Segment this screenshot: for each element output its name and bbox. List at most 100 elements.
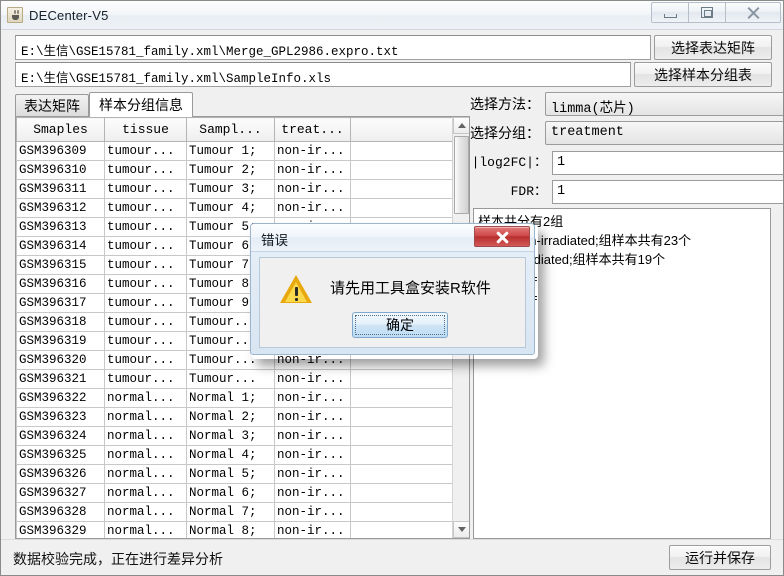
table-cell[interactable]: Normal 1; bbox=[186, 388, 275, 408]
table-cell[interactable]: GSM396321 bbox=[16, 369, 105, 389]
dialog-close-button[interactable] bbox=[474, 226, 530, 247]
table-cell[interactable]: tumour... bbox=[104, 160, 187, 180]
table-cell[interactable] bbox=[350, 464, 454, 484]
run-and-save-button[interactable]: 运行并保存 bbox=[669, 545, 771, 570]
expression-matrix-path-input[interactable]: E:\生信\GSE15781_family.xml\Merge_GPL2986.… bbox=[15, 35, 651, 60]
table-row[interactable]: GSM396324 normal... Normal 3; non-ir... bbox=[16, 426, 454, 446]
table-cell[interactable]: GSM396320 bbox=[16, 350, 105, 370]
table-cell[interactable]: Tumour... bbox=[186, 369, 275, 389]
table-cell[interactable]: GSM396329 bbox=[16, 521, 105, 538]
table-cell[interactable] bbox=[350, 388, 454, 408]
table-cell[interactable] bbox=[350, 426, 454, 446]
table-cell[interactable]: tumour... bbox=[104, 179, 187, 199]
column-header-samples[interactable]: Smaples bbox=[16, 117, 105, 142]
table-cell[interactable]: GSM396317 bbox=[16, 293, 105, 313]
table-cell[interactable]: tumour... bbox=[104, 255, 187, 275]
table-row[interactable]: GSM396312 tumour... Tumour 4; non-ir... bbox=[16, 198, 454, 218]
table-cell[interactable]: Tumour 4; bbox=[186, 198, 275, 218]
table-cell[interactable]: non-ir... bbox=[274, 160, 351, 180]
table-cell[interactable]: tumour... bbox=[104, 350, 187, 370]
table-cell[interactable]: Tumour 1; bbox=[186, 141, 275, 161]
table-cell[interactable]: Normal 6; bbox=[186, 483, 275, 503]
tab-sample-group-info[interactable]: 样本分组信息 bbox=[89, 92, 193, 117]
table-cell[interactable] bbox=[350, 369, 454, 389]
table-cell[interactable]: tumour... bbox=[104, 369, 187, 389]
table-cell[interactable]: normal... bbox=[104, 483, 187, 503]
sample-group-path-input[interactable]: E:\生信\GSE15781_family.xml\SampleInfo.xls bbox=[15, 62, 631, 87]
table-cell[interactable]: GSM396324 bbox=[16, 426, 105, 446]
table-row[interactable]: GSM396323 normal... Normal 2; non-ir... bbox=[16, 407, 454, 427]
table-cell[interactable]: GSM396312 bbox=[16, 198, 105, 218]
table-cell[interactable]: tumour... bbox=[104, 312, 187, 332]
table-cell[interactable]: non-ir... bbox=[274, 464, 351, 484]
method-select[interactable]: limma(芯片) bbox=[545, 92, 783, 116]
table-cell[interactable]: normal... bbox=[104, 464, 187, 484]
table-cell[interactable]: GSM396326 bbox=[16, 464, 105, 484]
table-cell[interactable]: tumour... bbox=[104, 141, 187, 161]
minimize-button[interactable] bbox=[651, 2, 689, 23]
table-cell[interactable]: Normal 5; bbox=[186, 464, 275, 484]
table-cell[interactable]: GSM396323 bbox=[16, 407, 105, 427]
table-cell[interactable] bbox=[350, 521, 454, 538]
scroll-down-arrow-icon[interactable] bbox=[453, 521, 469, 538]
table-cell[interactable]: GSM396322 bbox=[16, 388, 105, 408]
table-cell[interactable] bbox=[350, 198, 454, 218]
table-cell[interactable]: GSM396315 bbox=[16, 255, 105, 275]
column-header-blank[interactable] bbox=[350, 117, 454, 142]
table-cell[interactable]: Normal 3; bbox=[186, 426, 275, 446]
table-cell[interactable]: tumour... bbox=[104, 274, 187, 294]
table-row[interactable]: GSM396328 normal... Normal 7; non-ir... bbox=[16, 502, 454, 522]
table-cell[interactable]: GSM396313 bbox=[16, 217, 105, 237]
table-row[interactable]: GSM396311 tumour... Tumour 3; non-ir... bbox=[16, 179, 454, 199]
table-cell[interactable]: tumour... bbox=[104, 217, 187, 237]
table-cell[interactable]: non-ir... bbox=[274, 198, 351, 218]
table-row[interactable]: GSM396326 normal... Normal 5; non-ir... bbox=[16, 464, 454, 484]
table-row[interactable]: GSM396327 normal... Normal 6; non-ir... bbox=[16, 483, 454, 503]
table-cell[interactable]: normal... bbox=[104, 521, 187, 538]
table-cell[interactable]: normal... bbox=[104, 502, 187, 522]
table-row[interactable]: GSM396322 normal... Normal 1; non-ir... bbox=[16, 388, 454, 408]
column-header-tissue[interactable]: tissue bbox=[104, 117, 187, 142]
table-cell[interactable] bbox=[350, 160, 454, 180]
table-cell[interactable]: non-ir... bbox=[274, 445, 351, 465]
table-row[interactable]: GSM396321 tumour... Tumour... non-ir... bbox=[16, 369, 454, 389]
table-cell[interactable]: non-ir... bbox=[274, 179, 351, 199]
table-cell[interactable]: non-ir... bbox=[274, 388, 351, 408]
table-cell[interactable]: non-ir... bbox=[274, 369, 351, 389]
table-cell[interactable]: normal... bbox=[104, 426, 187, 446]
table-row[interactable]: GSM396325 normal... Normal 4; non-ir... bbox=[16, 445, 454, 465]
dialog-ok-button[interactable]: 确定 bbox=[352, 312, 448, 338]
maximize-button[interactable] bbox=[688, 2, 726, 23]
group-select[interactable]: treatment bbox=[545, 121, 783, 145]
tab-expression-matrix[interactable]: 表达矩阵 bbox=[15, 94, 89, 116]
table-cell[interactable]: Normal 8; bbox=[186, 521, 275, 538]
table-cell[interactable]: non-ir... bbox=[274, 521, 351, 538]
table-cell[interactable]: non-ir... bbox=[274, 141, 351, 161]
select-expression-matrix-button[interactable]: 选择表达矩阵 bbox=[654, 35, 772, 60]
select-sample-group-button[interactable]: 选择样本分组表 bbox=[634, 62, 772, 87]
table-cell[interactable]: Tumour 3; bbox=[186, 179, 275, 199]
table-cell[interactable]: GSM396318 bbox=[16, 312, 105, 332]
column-header-treat[interactable]: treat... bbox=[274, 117, 351, 142]
table-cell[interactable]: GSM396328 bbox=[16, 502, 105, 522]
table-cell[interactable]: Normal 4; bbox=[186, 445, 275, 465]
table-cell[interactable]: Tumour 2; bbox=[186, 160, 275, 180]
table-row[interactable]: GSM396329 normal... Normal 8; non-ir... bbox=[16, 521, 454, 538]
table-cell[interactable] bbox=[350, 141, 454, 161]
table-cell[interactable]: Normal 2; bbox=[186, 407, 275, 427]
table-row[interactable]: GSM396310 tumour... Tumour 2; non-ir... bbox=[16, 160, 454, 180]
log2fc-input[interactable]: 1 bbox=[552, 151, 783, 175]
table-cell[interactable]: non-ir... bbox=[274, 483, 351, 503]
table-cell[interactable] bbox=[350, 445, 454, 465]
scrollbar-thumb[interactable] bbox=[454, 136, 469, 214]
table-cell[interactable]: tumour... bbox=[104, 198, 187, 218]
table-cell[interactable]: GSM396316 bbox=[16, 274, 105, 294]
table-cell[interactable]: GSM396309 bbox=[16, 141, 105, 161]
table-cell[interactable]: tumour... bbox=[104, 331, 187, 351]
table-cell[interactable] bbox=[350, 502, 454, 522]
table-cell[interactable]: GSM396311 bbox=[16, 179, 105, 199]
scroll-up-arrow-icon[interactable] bbox=[453, 117, 469, 134]
close-button[interactable] bbox=[725, 2, 781, 23]
table-cell[interactable]: GSM396314 bbox=[16, 236, 105, 256]
table-cell[interactable] bbox=[350, 483, 454, 503]
